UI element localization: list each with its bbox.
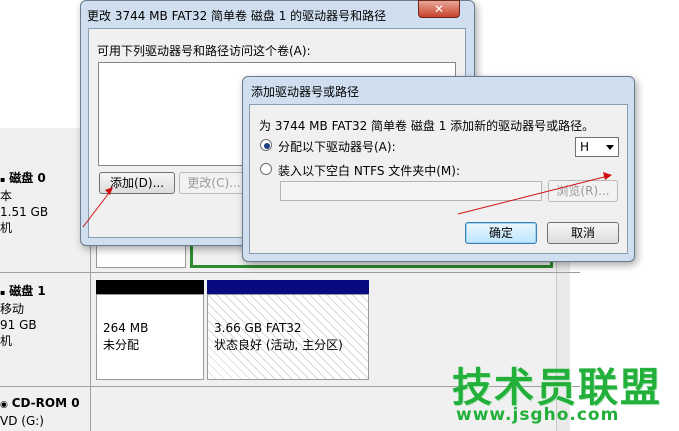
watermark-url: www.jsgho.com: [456, 405, 620, 425]
arrow-to-add-button: [82, 187, 113, 228]
arrow-to-drive-letter-select: [457, 172, 612, 215]
